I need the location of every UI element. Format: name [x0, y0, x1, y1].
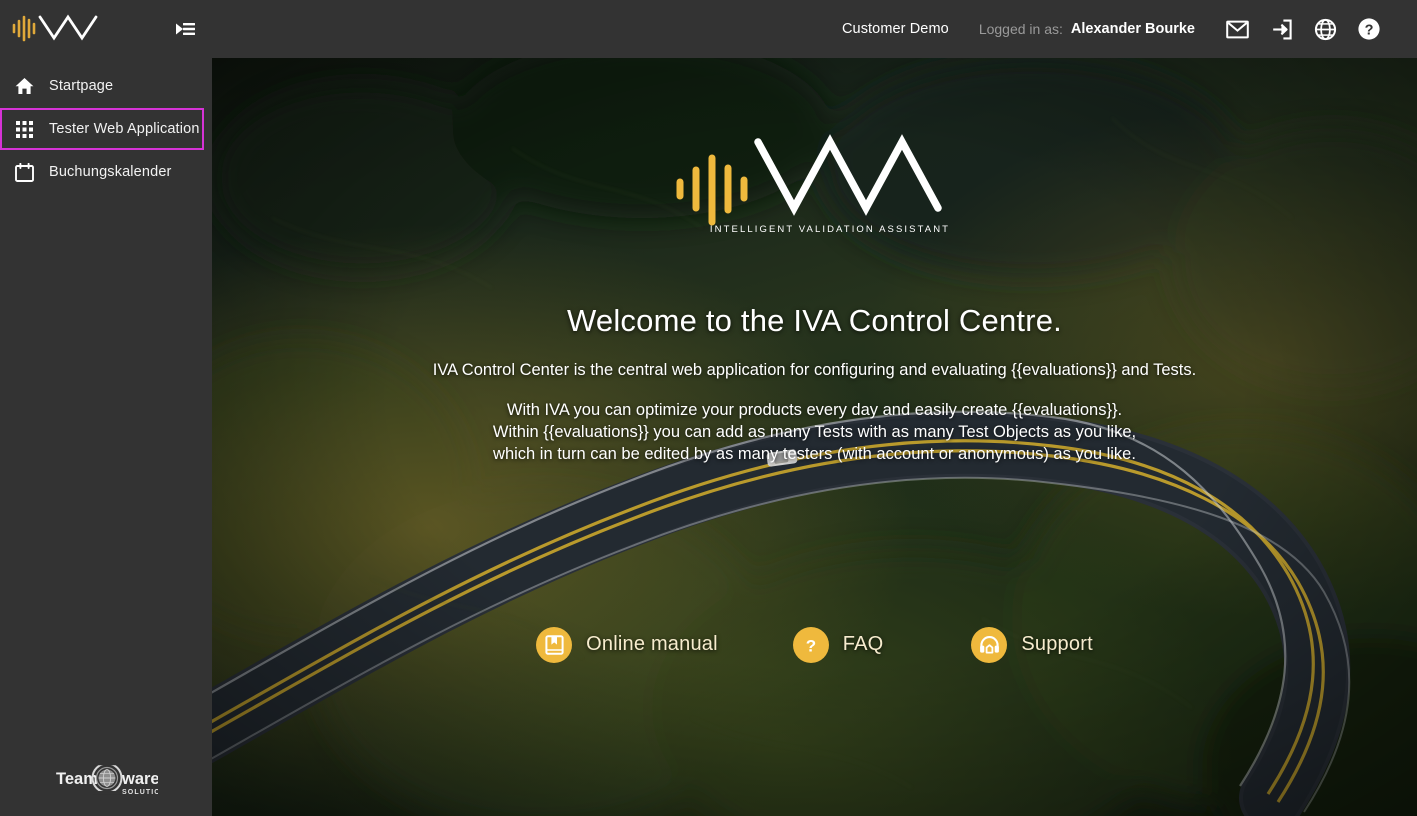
logout-icon[interactable]: [1259, 9, 1303, 49]
hero-paragraph-line-1: With IVA you can optimize your products …: [506, 401, 1123, 419]
hero-links: Online manual ? FAQ Support: [536, 626, 1093, 663]
faq-label: FAQ: [842, 633, 884, 656]
globe-icon[interactable]: [1303, 9, 1347, 49]
svg-text:ware: ware: [121, 770, 158, 788]
sidebar-item-label: Buchungskalender: [49, 164, 172, 180]
iva-logo[interactable]: [10, 10, 102, 49]
hero: INTELLIGENT VALIDATION ASSISTANT Welcome…: [212, 58, 1417, 816]
svg-text:SOLUTIONS: SOLUTIONS: [122, 789, 158, 796]
page-title: Welcome to the IVA Control Centre.: [567, 303, 1062, 338]
svg-text:?: ?: [806, 636, 816, 655]
top-bar-right: Customer Demo Logged in as: Alexander Bo…: [212, 0, 1417, 58]
body-row: Startpage Tester Web Application Buchung…: [0, 58, 1417, 816]
help-icon[interactable]: ?: [1347, 9, 1391, 49]
iva-hero-logo: INTELLIGENT VALIDATION ASSISTANT: [670, 130, 960, 241]
sidebar-item-label: Tester Web Application: [49, 121, 200, 137]
online-manual-link[interactable]: Online manual: [536, 626, 718, 663]
hero-paragraph-line-2: Within {{evaluations}} you can add as ma…: [492, 422, 1137, 441]
hero-subtitle: IVA Control Center is the central web ap…: [432, 361, 1197, 379]
hero-paragraph: With IVA you can optimize your products …: [493, 400, 1136, 466]
mail-icon[interactable]: [1215, 9, 1259, 49]
collapse-sidebar-icon[interactable]: [170, 15, 198, 43]
top-bar: Customer Demo Logged in as: Alexander Bo…: [0, 0, 1417, 58]
customer-name: Customer Demo: [841, 21, 949, 37]
sidebar-item-tester-web-application[interactable]: Tester Web Application: [0, 108, 204, 150]
headset-support-icon: [971, 626, 1008, 663]
teamware-solutions-logo: Team ware SOLUTIONS: [0, 758, 212, 800]
user-name[interactable]: Alexander Bourke: [1071, 21, 1195, 37]
sidebar: Startpage Tester Web Application Buchung…: [0, 58, 212, 816]
sidebar-item-label: Startpage: [49, 78, 114, 94]
logged-in-label: Logged in as:: [978, 21, 1063, 37]
support-label: Support: [1021, 633, 1093, 656]
support-link[interactable]: Support: [971, 626, 1093, 663]
grid-apps-icon: [11, 120, 37, 138]
online-manual-label: Online manual: [586, 633, 718, 656]
book-icon: [536, 626, 573, 663]
app-root: Customer Demo Logged in as: Alexander Bo…: [0, 0, 1417, 816]
calendar-icon: [11, 162, 37, 182]
sidebar-nav: Startpage Tester Web Application Buchung…: [0, 58, 212, 194]
question-mark-icon: ?: [792, 626, 829, 663]
svg-text:?: ?: [1365, 22, 1374, 38]
hero-paragraph-line-3: which in turn can be edited by as many t…: [493, 444, 1136, 463]
main-content: INTELLIGENT VALIDATION ASSISTANT Welcome…: [212, 58, 1417, 816]
home-icon: [11, 77, 37, 95]
sidebar-item-startpage[interactable]: Startpage: [0, 65, 204, 107]
faq-link[interactable]: ? FAQ: [792, 626, 884, 663]
brand-zone: [0, 0, 212, 58]
hero-logo-tagline: INTELLIGENT VALIDATION ASSISTANT: [709, 224, 949, 235]
sidebar-item-buchungskalender[interactable]: Buchungskalender: [0, 151, 204, 193]
